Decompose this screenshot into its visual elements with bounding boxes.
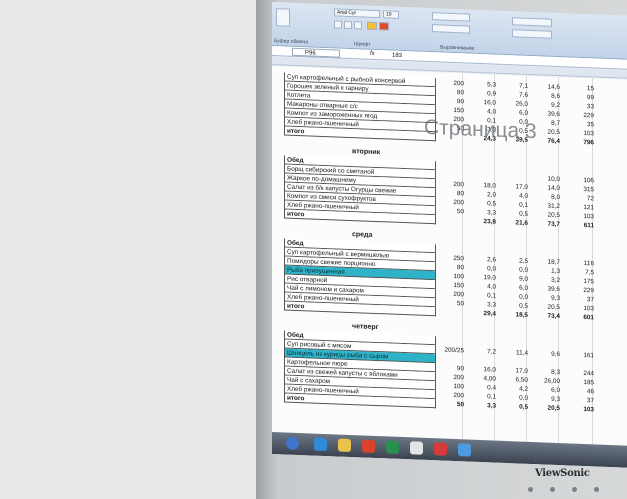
monitor-bezel: Arial Cyr 10 Буфер обмена Шрифт Выравнив… [256, 0, 627, 499]
value-cell[interactable]: 103 [564, 404, 594, 414]
value-cell[interactable]: 796 [564, 137, 594, 147]
value-cell[interactable]: 0,5 [498, 402, 528, 412]
value-cell[interactable]: 18,5 [498, 310, 528, 320]
blank-left-panel [0, 0, 256, 499]
value-cell[interactable] [434, 307, 464, 308]
value-cell[interactable]: 3,3 [466, 400, 496, 410]
value-cell[interactable]: 21,6 [498, 218, 528, 228]
excel-icon[interactable] [386, 440, 399, 454]
weekday-heading: четверг [352, 323, 379, 332]
opera-icon[interactable] [434, 442, 447, 456]
monitor-button[interactable] [528, 487, 533, 492]
start-button-icon[interactable] [286, 436, 299, 451]
monitor-screen: Arial Cyr 10 Буфер обмена Шрифт Выравнив… [272, 2, 627, 468]
weekday-heading: вторник [352, 148, 381, 157]
ribbon-group-clipboard: Буфер обмена [274, 38, 308, 46]
value-cell[interactable]: 50 [434, 399, 464, 409]
value-cell[interactable]: 611 [564, 220, 594, 230]
value-cell[interactable] [530, 358, 560, 359]
explorer-icon[interactable] [338, 438, 351, 453]
formula-input[interactable]: 183 [392, 52, 402, 61]
app-icon[interactable] [410, 441, 423, 455]
fill-color-button[interactable] [367, 21, 377, 31]
value-cell[interactable] [466, 171, 496, 172]
monitor-button[interactable] [550, 487, 555, 492]
value-cell[interactable] [498, 173, 528, 174]
bold-button[interactable] [334, 20, 342, 29]
weekday-heading: среда [352, 231, 373, 239]
value-cell[interactable]: 73,4 [530, 311, 560, 321]
page-break-watermark: Страница 3 [424, 115, 537, 144]
value-cell[interactable]: 20,5 [530, 403, 560, 413]
align-horizontal-group[interactable] [432, 24, 470, 34]
monitor-button[interactable] [572, 487, 577, 492]
value-cell[interactable] [564, 359, 594, 360]
ribbon-group-font: Шрифт [354, 41, 371, 48]
value-cell[interactable] [498, 357, 528, 358]
number-format-buttons[interactable] [512, 29, 552, 39]
value-cell[interactable] [466, 355, 496, 356]
font-size-select[interactable]: 10 [383, 10, 399, 19]
paste-button[interactable] [276, 8, 290, 27]
monitor-brand-logo: ViewSonic [535, 468, 590, 479]
value-cell[interactable]: 23,8 [466, 216, 496, 226]
monitor-button[interactable] [594, 487, 599, 492]
underline-button[interactable] [354, 21, 362, 30]
font-color-button[interactable] [379, 22, 389, 31]
value-cell[interactable]: 601 [564, 312, 594, 322]
align-top-group[interactable] [432, 12, 470, 22]
value-cell[interactable] [434, 170, 464, 171]
value-cell[interactable]: 73,7 [530, 219, 560, 229]
value-cell[interactable]: 29,4 [466, 308, 496, 318]
fx-icon[interactable]: fx [370, 50, 375, 59]
name-box[interactable]: P96 [292, 47, 340, 58]
ribbon-group-alignment: Выравнивание [440, 44, 475, 52]
font-name-select[interactable]: Arial Cyr [334, 8, 380, 19]
italic-button[interactable] [344, 20, 352, 30]
number-format-select[interactable] [512, 17, 552, 27]
value-cell[interactable] [434, 354, 464, 355]
value-cell[interactable] [434, 215, 464, 216]
ie-icon[interactable] [314, 437, 327, 452]
media-player-icon[interactable] [362, 439, 375, 453]
word-icon[interactable] [458, 443, 471, 457]
